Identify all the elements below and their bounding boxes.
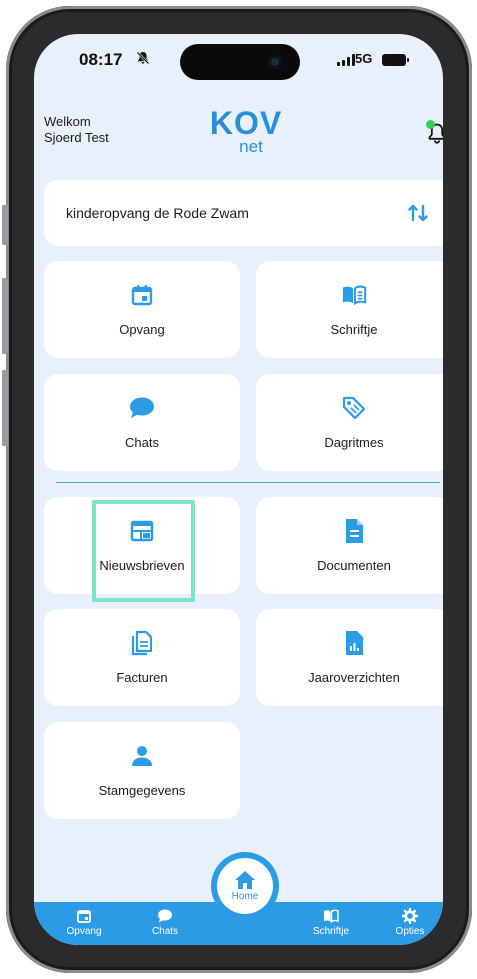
notification-dot (426, 120, 435, 129)
tile-label: Chats (125, 435, 159, 450)
welcome-label: Welkom (44, 114, 91, 129)
tile-chats[interactable]: Chats (44, 374, 240, 471)
nav-label: Chats (151, 926, 179, 937)
tile-label: Facturen (116, 670, 168, 685)
home-button-inner: Home (217, 858, 273, 914)
nav-label: Home (231, 891, 259, 902)
nav-item-chats[interactable]: Chats (135, 902, 195, 937)
swap-icon[interactable] (407, 202, 429, 224)
nav-item-opties[interactable]: Opties (380, 902, 440, 937)
phone-volume-up-button (2, 278, 8, 354)
tile-documenten[interactable]: Documenten (256, 497, 443, 594)
facility-selector[interactable]: kinderopvang de Rode Zwam (44, 180, 443, 246)
chat-icon (158, 909, 172, 923)
tile-label: Dagritmes (324, 435, 384, 450)
camera-icon (268, 55, 282, 69)
battery-icon (382, 54, 409, 66)
nav-label: Opvang (66, 926, 102, 937)
document-icon (341, 518, 367, 544)
nav-label: Schriftje (312, 926, 350, 937)
tile-stamgegevens[interactable]: Stamgegevens (44, 722, 240, 819)
tile-label: Schriftje (330, 322, 378, 337)
chat-icon (129, 395, 155, 421)
tile-dagritmes[interactable]: Dagritmes (256, 374, 443, 471)
gear-icon (402, 908, 418, 924)
logo-sub: net (239, 137, 263, 156)
tile-jaaroverzichten[interactable]: Jaaroverzichten (256, 609, 443, 706)
person-icon (129, 743, 155, 769)
tags-icon (341, 395, 367, 421)
phone-action-button (2, 205, 8, 245)
silent-mode-icon (136, 51, 150, 68)
nav-label: Opties (395, 926, 425, 937)
book-icon (324, 909, 339, 924)
book-icon (341, 282, 367, 308)
tile-label: Opvang (119, 322, 165, 337)
tile-label: Jaaroverzichten (308, 670, 400, 685)
app-logo: KOV net (206, 106, 286, 156)
facility-name: kinderopvang de Rode Zwam (66, 205, 249, 221)
calendar-icon (129, 282, 155, 308)
tile-schriftje[interactable]: Schriftje (256, 261, 443, 358)
nav-item-home[interactable]: Home (211, 852, 279, 920)
nav-item-opvang[interactable]: Opvang (54, 902, 114, 937)
network-label: 5G (355, 51, 373, 66)
section-divider (56, 482, 440, 483)
status-time: 08:17 (79, 50, 123, 69)
welcome-text: Welkom Sjoerd Test (44, 114, 109, 146)
tile-label: Documenten (317, 558, 391, 573)
dynamic-island (180, 44, 300, 80)
phone-volume-down-button (2, 370, 8, 446)
selection-highlight (92, 500, 195, 602)
calendar-icon (77, 910, 91, 923)
nav-item-schriftje[interactable]: Schriftje (301, 902, 361, 937)
logo-main: KOV (209, 105, 283, 141)
invoices-icon (129, 630, 155, 656)
tile-label: Stamgegevens (98, 783, 186, 798)
tile-facturen[interactable]: Facturen (44, 609, 240, 706)
user-name: Sjoerd Test (44, 130, 109, 145)
home-icon (235, 871, 255, 889)
app-screen: 08:17 5G Welkom Sjoerd Test KOV net kind… (34, 34, 443, 945)
tile-opvang[interactable]: Opvang (44, 261, 240, 358)
report-icon (341, 630, 367, 656)
signal-icon (337, 54, 355, 66)
